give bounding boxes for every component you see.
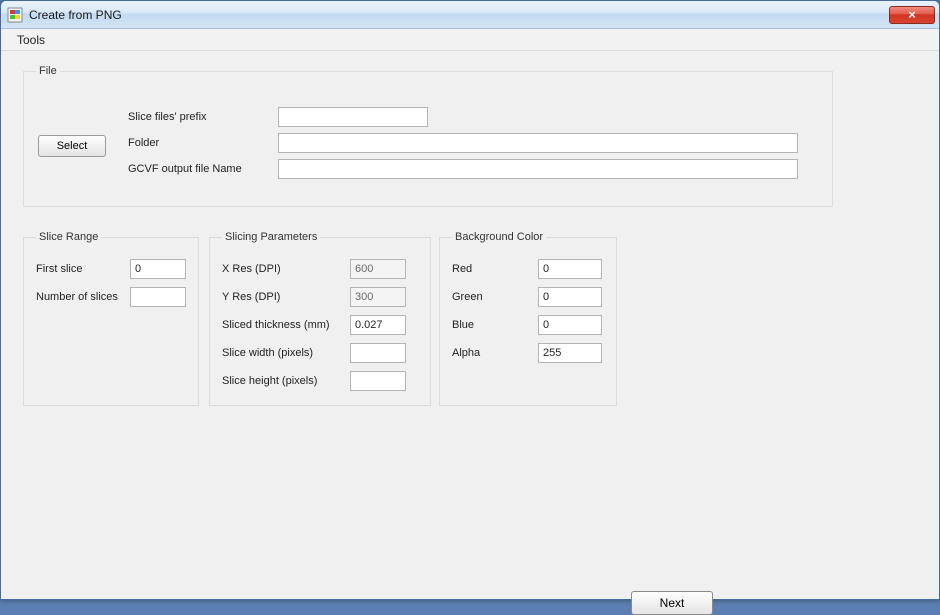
slicing-params-legend: Slicing Parameters [222, 231, 320, 243]
first-slice-input[interactable] [130, 259, 186, 279]
select-button[interactable]: Select [38, 135, 106, 157]
num-slices-label: Number of slices [36, 291, 130, 303]
red-input[interactable] [538, 259, 602, 279]
background-color-legend: Background Color [452, 231, 546, 243]
blue-input[interactable] [538, 315, 602, 335]
red-label: Red [452, 263, 538, 275]
xres-input [350, 259, 406, 279]
thickness-label: Sliced thickness (mm) [222, 319, 350, 331]
file-groupbox: File Select Slice files' prefix Folder G… [23, 65, 833, 207]
green-label: Green [452, 291, 538, 303]
background-color-groupbox: Background Color Red Green Blue Alpha [439, 231, 617, 406]
yres-label: Y Res (DPI) [222, 291, 350, 303]
slice-range-legend: Slice Range [36, 231, 101, 243]
output-label: GCVF output file Name [128, 163, 278, 175]
output-input[interactable] [278, 159, 798, 179]
close-button[interactable]: × [889, 6, 935, 24]
slice-height-label: Slice height (pixels) [222, 375, 350, 387]
client-area: File Select Slice files' prefix Folder G… [1, 51, 939, 599]
prefix-label: Slice files' prefix [128, 111, 278, 123]
app-window: Create from PNG – ☐ × Tools File Select … [0, 0, 940, 600]
window-title: Create from PNG [29, 8, 823, 22]
titlebar[interactable]: Create from PNG – ☐ × [1, 1, 939, 29]
thickness-input[interactable] [350, 315, 406, 335]
alpha-label: Alpha [452, 347, 538, 359]
slice-width-input[interactable] [350, 343, 406, 363]
menu-tools[interactable]: Tools [9, 31, 53, 49]
menubar: Tools [1, 29, 939, 51]
first-slice-label: First slice [36, 263, 130, 275]
yres-input [350, 287, 406, 307]
file-legend: File [36, 65, 60, 77]
num-slices-input[interactable] [130, 287, 186, 307]
app-icon [7, 7, 23, 23]
prefix-input[interactable] [278, 107, 428, 127]
slice-range-groupbox: Slice Range First slice Number of slices [23, 231, 199, 406]
alpha-input[interactable] [538, 343, 602, 363]
slice-width-label: Slice width (pixels) [222, 347, 350, 359]
window-controls: – ☐ × [823, 6, 935, 24]
blue-label: Blue [452, 319, 538, 331]
folder-input[interactable] [278, 133, 798, 153]
slice-height-input[interactable] [350, 371, 406, 391]
slicing-params-groupbox: Slicing Parameters X Res (DPI) Y Res (DP… [209, 231, 431, 406]
xres-label: X Res (DPI) [222, 263, 350, 275]
folder-label: Folder [128, 137, 278, 149]
next-button[interactable]: Next [631, 591, 713, 615]
green-input[interactable] [538, 287, 602, 307]
